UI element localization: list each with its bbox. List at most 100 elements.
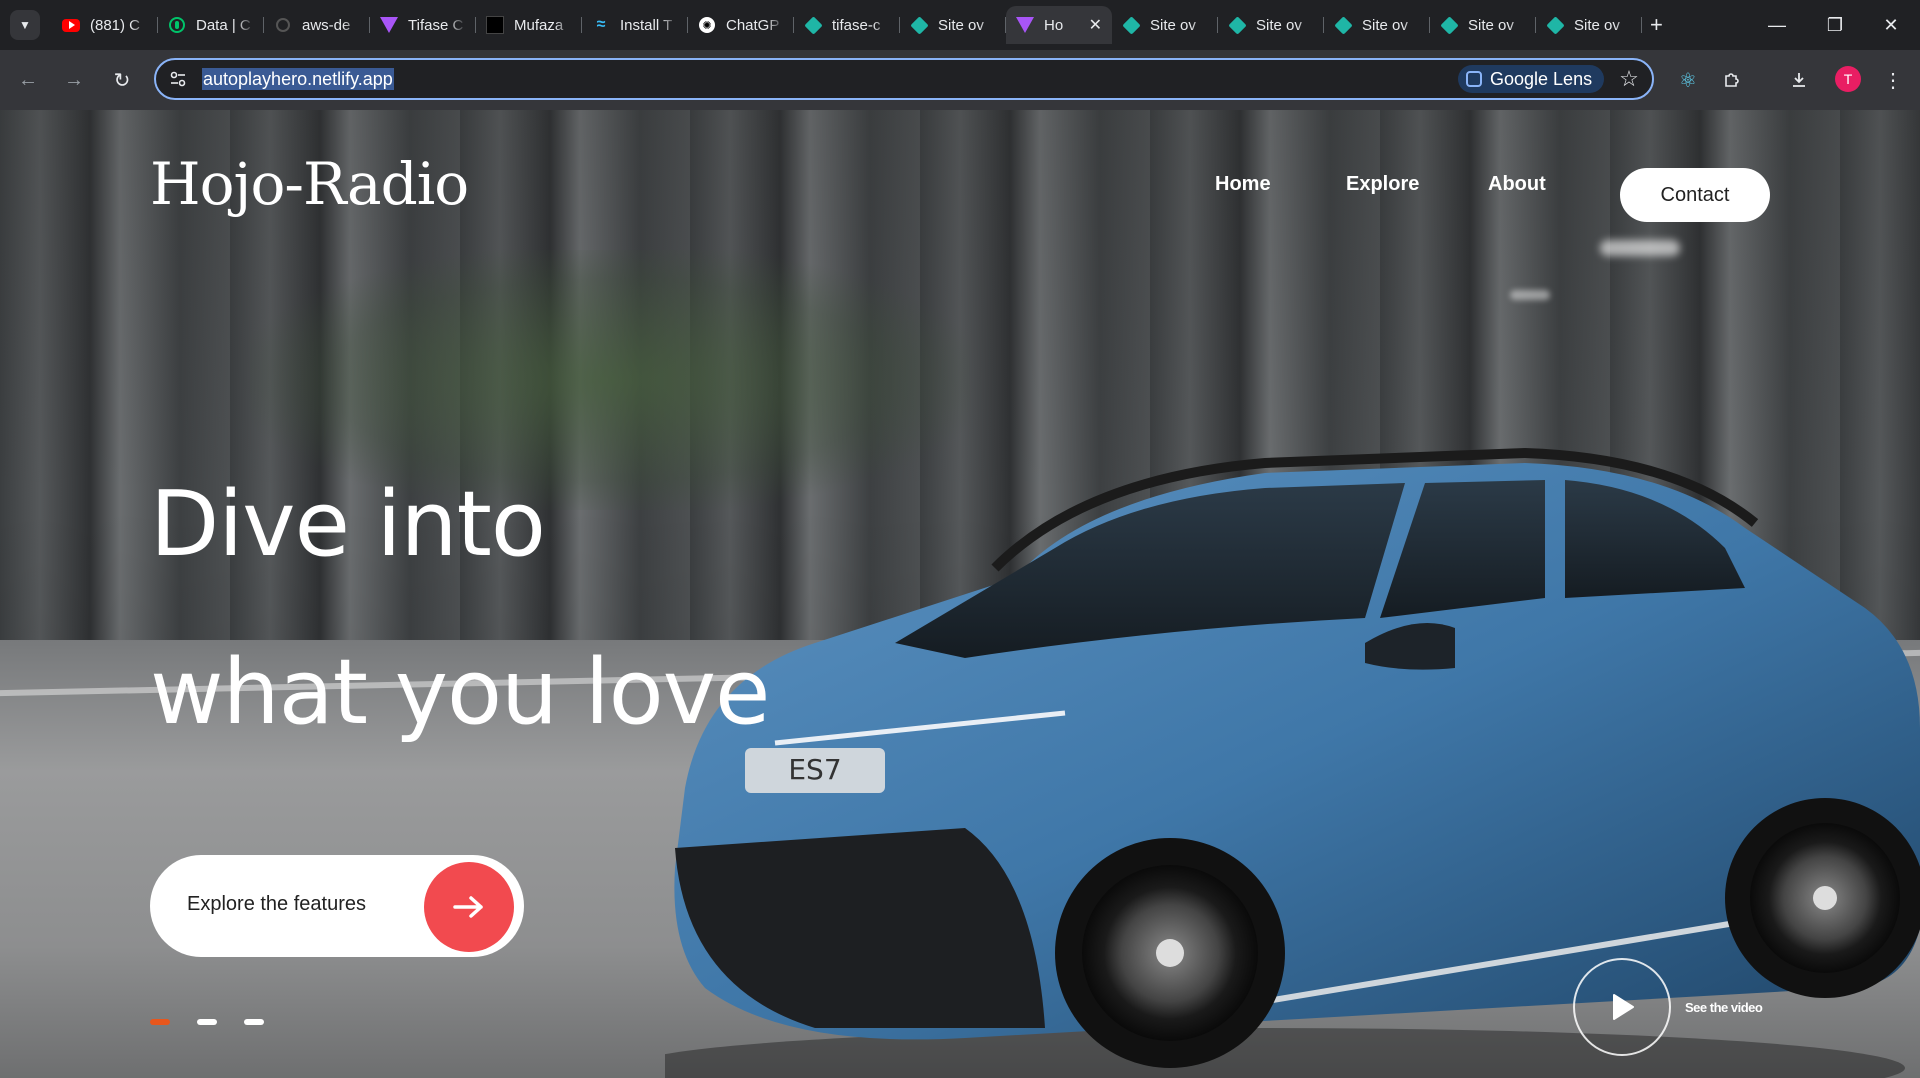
plus-icon: + [1650,12,1663,37]
explore-features-button[interactable]: Explore the features [150,855,524,957]
chevron-down-icon: ▼ [19,18,31,32]
nav-home[interactable]: Home [1215,173,1271,196]
hero-headline-line2: what you love [150,640,770,745]
url-text[interactable]: autoplayhero.netlify.app [202,68,394,90]
slide-dot-2[interactable] [197,1019,217,1025]
hero-car-image: ES7 [665,447,1920,1078]
contact-button[interactable]: Contact [1620,168,1770,222]
forward-button[interactable]: → [59,65,89,95]
slide-dot-1[interactable] [150,1019,170,1025]
google-lens-button[interactable]: Google Lens [1458,65,1605,93]
lens-icon [1466,71,1482,87]
kebab-menu-icon: ⋮ [1883,69,1903,92]
explore-features-label: Explore the features [187,893,366,915]
browser-tab[interactable]: Site ov [900,6,1006,44]
restore-icon: ❐ [1826,14,1844,35]
netlify-icon [803,15,823,35]
tab-title: Ho [1044,16,1064,34]
restore-button[interactable]: ❐ [1806,0,1864,50]
minimize-button[interactable]: — [1748,0,1806,50]
tab-title: Data | C [196,16,251,34]
browser-tab[interactable]: tifase-c [794,6,900,44]
see-video-label[interactable]: See the video [1685,1000,1763,1015]
tab-title: ChatGP [726,16,780,34]
tab-title: Site ov [1362,16,1408,34]
play-video-button[interactable] [1573,958,1671,1056]
vite-icon [380,16,398,34]
site-settings-icon[interactable] [168,69,188,89]
tab-title: tifase-c [832,16,881,34]
tab-title: Mufaza [514,16,564,34]
hero-page: ES7 Hojo-Radio Home Explore About Contac… [0,110,1920,1078]
netlify-icon [1545,15,1565,35]
star-icon: ☆ [1619,66,1639,91]
back-button[interactable]: ← [13,65,43,95]
browser-tab[interactable]: Site ov [1218,6,1324,44]
tab-title: (881) C [90,16,141,34]
netlify-icon [1333,15,1353,35]
browser-toolbar: ← → ↻ autoplayhero.netlify.app Google Le… [0,50,1920,110]
tab-title: Site ov [1468,16,1514,34]
tab-title: aws-de [302,16,351,34]
browser-tab[interactable]: (881) C [52,6,158,44]
browser-tab[interactable]: Site ov [1536,6,1642,44]
extensions-button[interactable] [1717,65,1747,95]
netlify-icon [1439,15,1459,35]
browser-tab[interactable]: Site ov [1324,6,1430,44]
new-tab-button[interactable]: + [1650,12,1663,38]
nav-about[interactable]: About [1488,173,1546,196]
browser-tab[interactable]: Site ov [1430,6,1536,44]
profile-avatar[interactable]: T [1835,66,1861,92]
chatgpt-icon: ✺ [698,16,716,34]
site-logo[interactable]: Hojo-Radio [150,150,469,218]
netlify-icon [1227,15,1247,35]
slide-dot-3[interactable] [244,1019,264,1025]
tab-title: Site ov [1150,16,1196,34]
ceiling-light [1600,240,1680,256]
tab-title: Site ov [1256,16,1302,34]
arrow-right-icon[interactable] [424,862,514,952]
tab-title: Site ov [1574,16,1620,34]
tailwind-icon: ≈ [596,16,606,33]
react-icon: ⚛ [1679,69,1697,92]
tab-title: Site ov [938,16,984,34]
tab-strip: ▼ (881) C Data | C aws-de Tifase C Mufaza ≈ In… [0,0,1920,50]
google-lens-label: Google Lens [1490,68,1593,89]
netlify-icon [909,15,929,35]
arrow-right-icon: → [64,68,84,91]
arrow-left-icon: ← [18,68,38,91]
github-icon [274,16,292,34]
puzzle-icon [1725,73,1739,87]
downloads-button[interactable] [1784,65,1814,95]
browser-tab[interactable]: Mufaza [476,6,582,44]
reload-icon: ↻ [113,69,131,92]
address-bar[interactable]: autoplayhero.netlify.app Google Lens ☆ [154,58,1654,100]
close-window-button[interactable]: ✕ [1862,0,1920,50]
bookmark-star-button[interactable]: ☆ [1615,65,1643,93]
browser-tab[interactable]: Ho ✕ [1006,6,1112,44]
tab-title: Tifase C [408,16,464,34]
hero-headline-line1: Dive into [150,472,546,577]
tab-search-button[interactable]: ▼ [10,10,40,40]
nav-explore[interactable]: Explore [1346,173,1419,196]
browser-menu-button[interactable]: ⋮ [1878,65,1908,95]
youtube-icon [62,16,80,34]
reload-button[interactable]: ↻ [107,65,137,95]
browser-tab[interactable]: ≈ Install T [582,6,688,44]
tab-title: Install T [620,16,673,34]
ceiling-light [1510,290,1550,300]
browser-tab[interactable]: ✺ ChatGP [688,6,794,44]
netlify-icon [1121,15,1141,35]
browser-tab[interactable]: Data | C [158,6,264,44]
close-icon: ✕ [1883,14,1899,35]
browser-tab[interactable]: Site ov [1112,6,1218,44]
tab-list: (881) C Data | C aws-de Tifase C Mufaza ≈ Inst… [52,6,1642,44]
dark-site-icon [486,16,504,34]
react-devtools-button[interactable]: ⚛ [1673,65,1703,95]
vite-icon [1016,16,1034,34]
browser-tab[interactable]: aws-de [264,6,370,44]
close-tab-icon[interactable]: ✕ [1089,15,1102,35]
browser-tab[interactable]: Tifase C [370,6,476,44]
mongodb-icon [168,16,186,34]
minimize-icon: — [1768,14,1786,35]
